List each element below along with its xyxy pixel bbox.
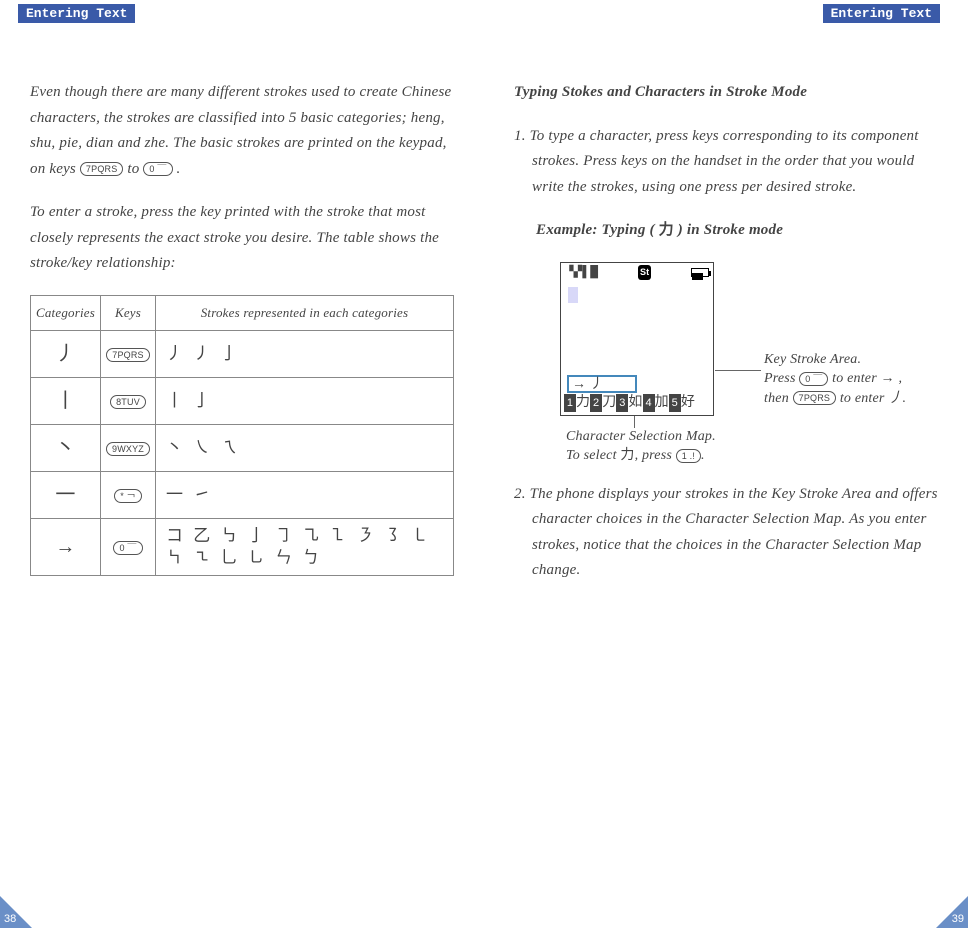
right-content: Typing Stokes and Characters in Stroke M…	[514, 80, 938, 602]
ann-right-d: then	[764, 391, 793, 406]
table-row: 丨 8TUV 丨 亅	[31, 377, 454, 424]
battery-fill	[692, 273, 703, 280]
cat-glyph: 丨	[55, 390, 75, 412]
sel-char: 加	[655, 395, 669, 410]
ann-bottom-d: .	[701, 448, 705, 463]
para1-mid: to	[127, 161, 143, 177]
annotation-charmap: Character Selection Map. To select 力, pr…	[566, 427, 786, 466]
example-a: Example: Typing (	[536, 222, 659, 238]
table-row: 一 * ￢ 一 ㇀	[31, 471, 454, 518]
key-icon: 0 ￣	[113, 541, 142, 555]
key-icon: 9WXYZ	[106, 442, 150, 456]
mode-indicator: St	[638, 265, 651, 280]
rep-strokes: 丨 亅	[156, 377, 454, 424]
para-instruct: To enter a stroke, press the key printed…	[30, 200, 454, 277]
step-1: 1. To type a character, press keys corre…	[514, 124, 938, 201]
character-selection-map: 1力2刀3如4加5好	[564, 394, 710, 412]
table-row: 丿 7PQRS 丿 ㇓ 亅	[31, 330, 454, 377]
header-tab-right: Entering Text	[823, 4, 940, 23]
cat-glyph: →	[55, 536, 75, 558]
section-heading: Typing Stokes and Characters in Stroke M…	[514, 80, 938, 106]
key-0-icon: 0 ￣	[799, 372, 828, 386]
text-cursor	[568, 287, 578, 303]
sel-char: 刀	[602, 395, 616, 410]
ann-bottom-b: To select	[566, 448, 620, 463]
th-categories: Categories	[31, 295, 101, 330]
signal-icon: ▝▞▌█	[565, 263, 598, 282]
th-keys: Keys	[101, 295, 156, 330]
sel-num: 5	[669, 394, 681, 412]
rep-strokes: 丿 ㇓ 亅	[156, 330, 454, 377]
rep-strokes: 一 ㇀	[156, 471, 454, 518]
table-header-row: Categories Keys Strokes represented in e…	[31, 295, 454, 330]
sel-char: 好	[681, 395, 695, 410]
annotation-keystroke: Key Stroke Area. Press 0 ￣ to enter → , …	[764, 350, 944, 409]
page-left: Entering Text Even though there are many…	[0, 0, 484, 928]
key-0-icon: 0 ￣	[143, 162, 172, 176]
callout-line-icon	[715, 370, 761, 371]
ann-right-a: Key Stroke Area.	[764, 352, 861, 367]
sel-num: 4	[643, 394, 655, 412]
step-2: 2. The phone displays your strokes in th…	[514, 482, 938, 584]
para1-end: .	[176, 161, 180, 177]
key-icon: * ￢	[114, 489, 142, 503]
phone-screen: ▝▞▌█ St → 丿 1力2刀3如4加5好	[560, 262, 714, 416]
cat-glyph: 丶	[55, 437, 75, 459]
example-label: Example: Typing ( 力 ) in Stroke mode	[514, 218, 938, 244]
sel-num: 1	[564, 394, 576, 412]
sel-char: 力	[576, 395, 590, 410]
key-stroke-area: → 丿	[567, 375, 637, 393]
para-intro: Even though there are many different str…	[30, 80, 454, 182]
stroke-table: Categories Keys Strokes represented in e…	[30, 295, 454, 576]
cat-glyph: 一	[55, 484, 75, 506]
ann-right-e: to enter 丿.	[836, 391, 906, 406]
ann-bottom-char: 力	[620, 448, 634, 463]
ann-right-c: to enter → ,	[828, 371, 902, 386]
ann-bottom-c: , press	[635, 448, 676, 463]
table-row: 丶 9WXYZ 丶 ㇏ ㇝	[31, 424, 454, 471]
key-7-icon: 7PQRS	[793, 391, 837, 405]
table-row: → 0 ￣ コ 乙 ㇉ 亅 ㇆ ㇈ ㇅ ㇋ ㇌ ㇄ ㇞ ㇍ 乚 ㇟ ㄣ ㄅ	[31, 518, 454, 575]
rep-strokes: 丶 ㇏ ㇝	[156, 424, 454, 471]
page-number-left: 38	[4, 913, 16, 925]
left-content: Even though there are many different str…	[30, 80, 454, 576]
cat-glyph: 丿	[55, 343, 75, 365]
page-number-right: 39	[952, 913, 964, 925]
key-icon: 7PQRS	[106, 348, 150, 362]
sel-num: 2	[590, 394, 602, 412]
sel-char: 如	[628, 395, 642, 410]
example-b: ) in Stroke mode	[674, 222, 783, 238]
rep-strokes: コ 乙 ㇉ 亅 ㇆ ㇈ ㇅ ㇋ ㇌ ㇄ ㇞ ㇍ 乚 ㇟ ㄣ ㄅ	[156, 518, 454, 575]
phone-illustration: ▝▞▌█ St → 丿 1力2刀3如4加5好 Key Stroke Area. …	[514, 262, 938, 472]
page-right: Entering Text Typing Stokes and Characte…	[484, 0, 968, 928]
key-7-icon: 7PQRS	[80, 162, 124, 176]
status-bar: ▝▞▌█ St	[561, 263, 713, 283]
th-strokes: Strokes represented in each categories	[156, 295, 454, 330]
example-char: 力	[659, 222, 674, 238]
sel-num: 3	[616, 394, 628, 412]
battery-icon	[691, 268, 709, 277]
ann-bottom-a: Character Selection Map.	[566, 429, 716, 444]
header-tab-left: Entering Text	[18, 4, 135, 23]
ann-right-b: Press	[764, 371, 799, 386]
key-icon: 8TUV	[110, 395, 146, 409]
key-1-icon: 1 .!	[676, 449, 701, 463]
